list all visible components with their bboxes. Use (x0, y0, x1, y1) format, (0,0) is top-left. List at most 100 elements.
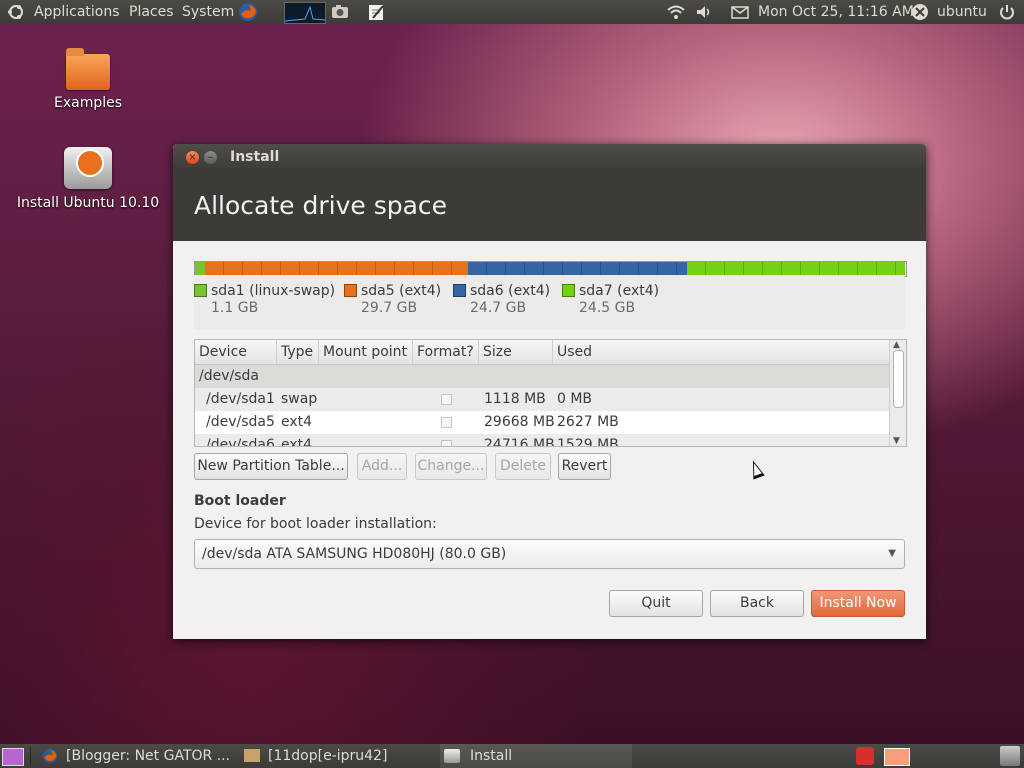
partition-segment-sda7 (687, 262, 905, 276)
legend-item-sda6: sda6 (ext4) 24.7 GB (453, 283, 550, 316)
task-install[interactable]: Install (440, 744, 632, 768)
cell-type: ext4 (281, 414, 313, 430)
volume-icon[interactable] (694, 2, 714, 22)
table-row[interactable]: /dev/sda5 ext4 29668 MB 2627 MB (195, 411, 889, 434)
folder-icon (66, 48, 110, 90)
col-size[interactable]: Size (479, 340, 553, 364)
legend-size: 1.1 GB (211, 300, 259, 316)
cell-type: ext4 (281, 437, 313, 447)
col-device[interactable]: Device (195, 340, 277, 364)
add-partition-button[interactable]: Add... (357, 453, 407, 480)
new-partition-table-button[interactable]: New Partition Table... (194, 453, 348, 480)
partition-segment-sda1 (195, 262, 205, 276)
col-mount-point[interactable]: Mount point (319, 340, 413, 364)
table-scrollbar[interactable]: ▲ ▼ (889, 340, 906, 446)
swatch-sda6 (453, 284, 466, 297)
cell-device: /dev/sda5 (206, 414, 275, 430)
menu-applications[interactable]: Applications (34, 0, 120, 24)
folder-icon (244, 749, 260, 762)
power-icon[interactable] (997, 2, 1017, 22)
cell-used: 1529 MB (557, 437, 619, 447)
task-label: Install (470, 748, 513, 764)
cell-used: 0 MB (557, 391, 593, 407)
user-icon[interactable] (910, 2, 930, 22)
install-window: × – Install Allocate drive space sda1 (l… (173, 144, 926, 639)
show-desktop-icon[interactable] (2, 748, 24, 766)
swatch-sda5 (344, 284, 357, 297)
table-header: Device Type Mount point Format? Size Use… (195, 340, 889, 365)
change-partition-button[interactable]: Change... (415, 453, 487, 480)
partition-legend: sda1 (linux-swap) 1.1 GB sda5 (ext4) 29.… (194, 275, 905, 330)
legend-name: sda7 (ext4) (579, 283, 660, 299)
format-checkbox[interactable] (441, 417, 452, 428)
installer-icon (444, 749, 460, 763)
cell-device: /dev/sda1 (206, 391, 275, 407)
table-row[interactable]: /dev/sda6 ext4 24716 MB 1529 MB (195, 434, 889, 447)
legend-size: 24.7 GB (470, 300, 527, 316)
legend-name: sda6 (ext4) (470, 283, 551, 299)
col-type[interactable]: Type (277, 340, 319, 364)
task-folder[interactable]: [11dop[e-ipru42] (240, 744, 432, 768)
chevron-down-icon: ▼ (888, 548, 896, 559)
legend-size: 24.5 GB (579, 300, 636, 316)
col-format[interactable]: Format? (413, 340, 479, 364)
firefox-icon[interactable] (238, 2, 258, 22)
partition-segment-sda5 (204, 262, 469, 276)
firefox-icon (42, 748, 58, 768)
legend-item-sda7: sda7 (ext4) 24.5 GB (562, 283, 659, 316)
mail-icon[interactable] (730, 2, 750, 22)
cell-type: swap (281, 391, 318, 407)
cell-size: 1118 MB (484, 391, 546, 407)
wifi-icon[interactable] (666, 2, 686, 22)
menu-system[interactable]: System (182, 0, 234, 24)
screenshot-icon[interactable] (330, 2, 350, 22)
format-checkbox[interactable] (441, 394, 452, 405)
legend-size: 29.7 GB (361, 300, 418, 316)
workspace-switcher[interactable] (884, 748, 910, 766)
page-title: Allocate drive space (194, 191, 448, 220)
boot-loader-label: Device for boot loader installation: (194, 516, 437, 532)
scrollbar-thumb[interactable] (893, 350, 904, 408)
boot-loader-heading: Boot loader (194, 493, 286, 509)
task-label: [Blogger: Net GATOR ... (66, 748, 231, 764)
minimize-icon[interactable]: – (204, 151, 217, 164)
swatch-sda7 (562, 284, 575, 297)
back-button[interactable]: Back (710, 590, 804, 617)
table-row[interactable]: /dev/sda (195, 365, 889, 388)
cell-size: 24716 MB (484, 437, 555, 447)
delete-partition-button[interactable]: Delete (495, 453, 551, 480)
install-now-button[interactable]: Install Now (811, 590, 905, 617)
shutdown-applet-icon[interactable] (856, 747, 874, 765)
window-titlebar[interactable]: × – Install (173, 144, 926, 171)
menu-places[interactable]: Places (129, 0, 174, 24)
col-used[interactable]: Used (553, 340, 889, 364)
task-label: [11dop[e-ipru42] (268, 748, 388, 764)
desktop-icon-label: Examples (53, 95, 123, 111)
desktop-icon-label: Install Ubuntu 10.10 (16, 195, 160, 211)
task-blogger[interactable]: [Blogger: Net GATOR ... (40, 744, 232, 768)
close-icon[interactable]: × (186, 151, 199, 164)
cell-device: /dev/sda6 (206, 437, 275, 447)
system-monitor-icon[interactable] (284, 2, 326, 24)
legend-item-sda5: sda5 (ext4) 29.7 GB (344, 283, 441, 316)
scroll-down-icon[interactable]: ▼ (893, 436, 900, 446)
legend-name: sda5 (ext4) (361, 283, 442, 299)
boot-loader-value: /dev/sda ATA SAMSUNG HD080HJ (80.0 GB) (202, 546, 507, 562)
boot-loader-select[interactable]: /dev/sda ATA SAMSUNG HD080HJ (80.0 GB) ▼ (194, 539, 905, 569)
cell-size: 29668 MB (484, 414, 555, 430)
cell-used: 2627 MB (557, 414, 619, 430)
top-panel: Applications Places System Mon Oct 25, 1… (0, 0, 1024, 24)
revert-button[interactable]: Revert (558, 453, 611, 480)
quit-button[interactable]: Quit (609, 590, 703, 617)
trash-icon[interactable] (1000, 746, 1020, 766)
bottom-panel: [Blogger: Net GATOR ... [11dop[e-ipru42]… (0, 744, 1024, 768)
clock[interactable]: Mon Oct 25, 11:16 AM (758, 0, 914, 24)
ubuntu-logo-icon[interactable] (6, 2, 26, 22)
text-editor-icon[interactable] (366, 2, 386, 22)
swatch-sda1 (194, 284, 207, 297)
format-checkbox[interactable] (441, 440, 452, 446)
user-name[interactable]: ubuntu (937, 0, 987, 24)
scroll-up-icon[interactable]: ▲ (893, 340, 900, 350)
legend-name: sda1 (linux-swap) (211, 283, 336, 299)
table-row[interactable]: /dev/sda1 swap 1118 MB 0 MB (195, 388, 889, 411)
